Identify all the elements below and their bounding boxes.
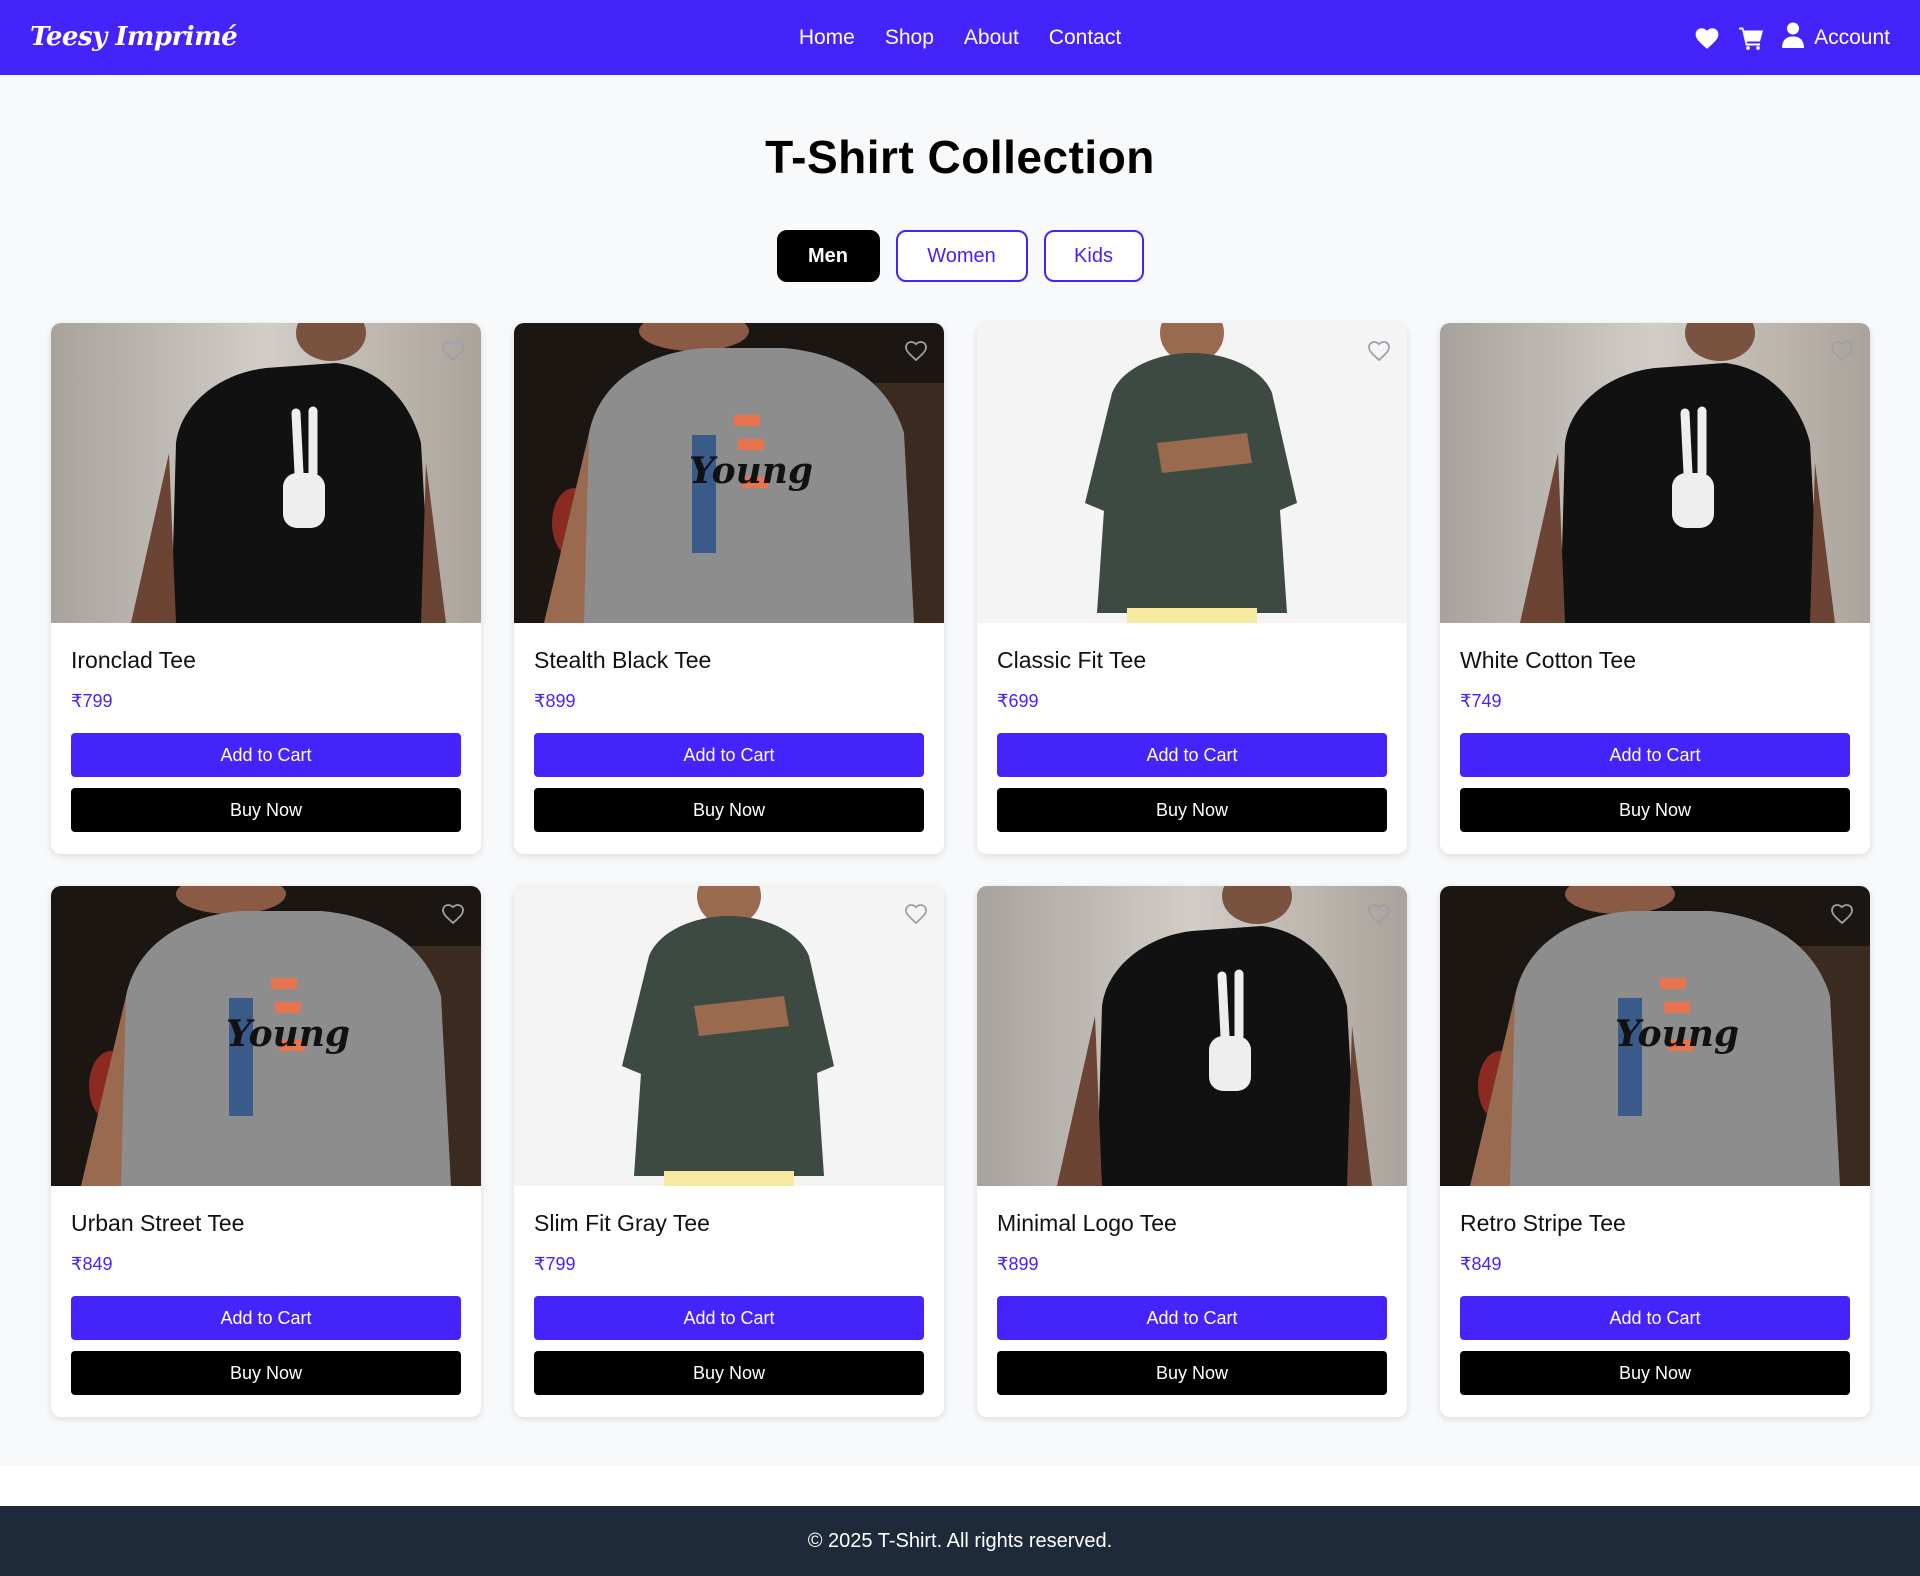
product-title: White Cotton Tee [1460, 647, 1637, 673]
product-image[interactable] [977, 886, 1407, 1186]
buy-now-button[interactable]: Buy Now [1460, 1351, 1850, 1395]
page-footer: © 2025 T-Shirt. All rights reserved. [0, 1506, 1920, 1576]
product-card: Young Retro Stripe Tee ₹849 Add to Cart Buy … [1440, 886, 1870, 1417]
favorite-heart-icon[interactable] [902, 337, 930, 365]
product-price: ₹849 [71, 1254, 113, 1274]
tab-men[interactable]: Men [776, 230, 880, 282]
product-price: ₹899 [997, 1254, 1039, 1274]
product-card: Young Urban Street Tee ₹849 Add to Cart Buy … [51, 886, 481, 1417]
product-title: Retro Stripe Tee [1460, 1210, 1626, 1236]
page-title: T-Shirt Collection [765, 131, 1155, 183]
add-to-cart-button[interactable]: Add to Cart [997, 1296, 1387, 1340]
category-tabs: Men Women Kids [0, 230, 1920, 282]
add-to-cart-button[interactable]: Add to Cart [1460, 733, 1850, 777]
product-image[interactable]: Young [514, 323, 944, 623]
product-info: Stealth Black Tee ₹899 Add to Cart Buy Now [514, 623, 944, 832]
product-price: ₹799 [71, 691, 113, 711]
brand-logo[interactable]: Teesy Imprimé [30, 22, 238, 52]
product-info: Minimal Logo Tee ₹899 Add to Cart Buy Now [977, 1186, 1407, 1395]
favorite-heart-icon[interactable] [439, 337, 467, 365]
product-price: ₹899 [534, 691, 576, 711]
product-card: Ironclad Tee ₹799 Add to Cart Buy Now [51, 323, 481, 854]
product-card: Minimal Logo Tee ₹899 Add to Cart Buy Now [977, 886, 1407, 1417]
product-card: Slim Fit Gray Tee ₹799 Add to Cart Buy Now [514, 886, 944, 1417]
main-content: T-Shirt Collection Men Women Kids Ironcl… [0, 75, 1920, 1466]
product-image[interactable]: Young [1440, 886, 1870, 1186]
nav-home-link[interactable]: Home [799, 26, 855, 50]
product-grid: Ironclad Tee ₹799 Add to Cart Buy Now Young S… [51, 323, 1870, 1417]
buy-now-button[interactable]: Buy Now [71, 1351, 461, 1395]
product-info: Classic Fit Tee ₹699 Add to Cart Buy Now [977, 623, 1407, 832]
user-icon [1782, 22, 1805, 54]
product-title: Classic Fit Tee [997, 647, 1147, 673]
main-nav: Home Shop About Contact [0, 0, 1920, 75]
nav-shop-link[interactable]: Shop [885, 26, 934, 50]
buy-now-button[interactable]: Buy Now [997, 1351, 1387, 1395]
add-to-cart-button[interactable]: Add to Cart [1460, 1296, 1850, 1340]
buy-now-button[interactable]: Buy Now [534, 788, 924, 832]
buy-now-button[interactable]: Buy Now [534, 1351, 924, 1395]
nav-actions: Account [1694, 0, 1890, 75]
nav-contact-link[interactable]: Contact [1049, 26, 1121, 50]
add-to-cart-button[interactable]: Add to Cart [997, 733, 1387, 777]
tab-kids[interactable]: Kids [1043, 230, 1144, 282]
product-image[interactable] [1440, 323, 1870, 623]
account-link[interactable]: Account [1782, 22, 1890, 54]
product-card: Young Stealth Black Tee ₹899 Add to Cart Buy… [514, 323, 944, 854]
product-title: Ironclad Tee [71, 647, 196, 673]
nav-about-link[interactable]: About [964, 26, 1019, 50]
product-title: Urban Street Tee [71, 1210, 245, 1236]
account-label: Account [1814, 25, 1890, 49]
product-info: White Cotton Tee ₹749 Add to Cart Buy Now [1440, 623, 1870, 832]
add-to-cart-button[interactable]: Add to Cart [534, 1296, 924, 1340]
favorite-heart-icon[interactable] [439, 900, 467, 928]
product-title: Stealth Black Tee [534, 647, 712, 673]
footer-copyright: © 2025 T-Shirt. All rights reserved. [807, 1529, 1113, 1552]
product-price: ₹849 [1460, 1254, 1502, 1274]
product-card: White Cotton Tee ₹749 Add to Cart Buy Now [1440, 323, 1870, 854]
product-info: Slim Fit Gray Tee ₹799 Add to Cart Buy Now [514, 1186, 944, 1395]
wishlist-heart-icon[interactable] [1694, 26, 1720, 50]
favorite-heart-icon[interactable] [902, 900, 930, 928]
product-info: Ironclad Tee ₹799 Add to Cart Buy Now [51, 623, 481, 832]
add-to-cart-button[interactable]: Add to Cart [534, 733, 924, 777]
favorite-heart-icon[interactable] [1365, 900, 1393, 928]
product-card: Classic Fit Tee ₹699 Add to Cart Buy Now [977, 323, 1407, 854]
product-price: ₹699 [997, 691, 1039, 711]
favorite-heart-icon[interactable] [1828, 900, 1856, 928]
buy-now-button[interactable]: Buy Now [71, 788, 461, 832]
svg-text:Young: Young [1615, 1013, 1739, 1055]
product-title: Minimal Logo Tee [997, 1210, 1177, 1236]
product-price: ₹799 [534, 1254, 576, 1274]
buy-now-button[interactable]: Buy Now [1460, 788, 1850, 832]
product-image[interactable] [514, 886, 944, 1186]
product-image[interactable] [51, 323, 481, 623]
top-navbar: Teesy Imprimé Home Shop About Contact Ac… [0, 0, 1920, 75]
cart-icon[interactable] [1738, 26, 1764, 50]
product-image[interactable]: Young [51, 886, 481, 1186]
add-to-cart-button[interactable]: Add to Cart [71, 733, 461, 777]
product-title: Slim Fit Gray Tee [534, 1210, 710, 1236]
tab-women[interactable]: Women [895, 230, 1028, 282]
svg-text:Young: Young [689, 450, 813, 492]
favorite-heart-icon[interactable] [1365, 337, 1393, 365]
product-info: Retro Stripe Tee ₹849 Add to Cart Buy Now [1440, 1186, 1870, 1395]
favorite-heart-icon[interactable] [1828, 337, 1856, 365]
add-to-cart-button[interactable]: Add to Cart [71, 1296, 461, 1340]
product-info: Urban Street Tee ₹849 Add to Cart Buy Now [51, 1186, 481, 1395]
buy-now-button[interactable]: Buy Now [997, 788, 1387, 832]
svg-text:Young: Young [226, 1013, 350, 1055]
product-image[interactable] [977, 323, 1407, 623]
product-price: ₹749 [1460, 691, 1502, 711]
